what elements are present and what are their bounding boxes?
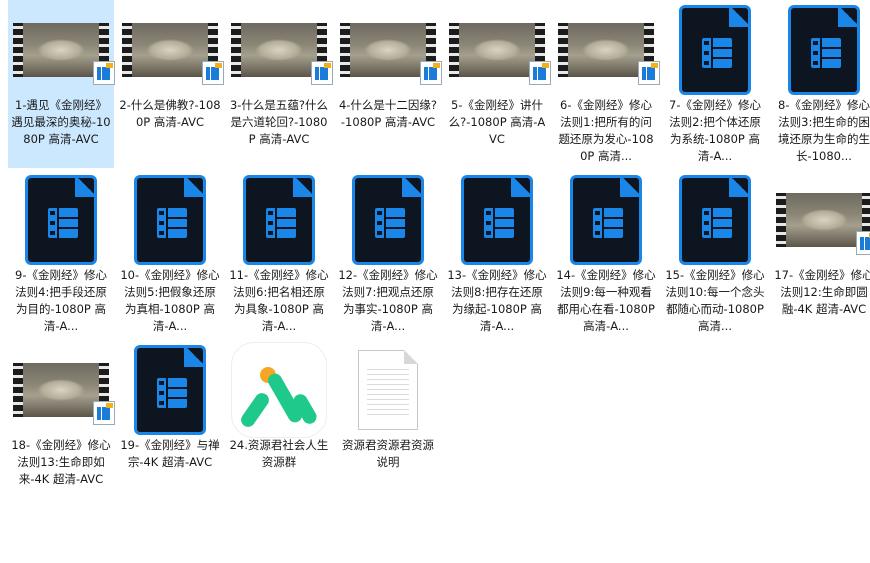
file-item[interactable]: 13-《金刚经》修心法则8:把存在还原为缘起-1080P 高清-A...: [444, 170, 550, 338]
file-item[interactable]: 18-《金刚经》修心法则13:生命即如来-4K 超清-AVC: [8, 340, 115, 508]
file-item[interactable]: 14-《金刚经》修心法则9:每一种观看都用心在看-1080P 高清-A...: [553, 170, 659, 338]
file-thumbnail: [8, 344, 115, 436]
video-thumbnail-icon: [13, 363, 115, 425]
file-name-label: 18-《金刚经》修心法则13:生命即如来-4K 超清-AVC: [11, 438, 111, 486]
file-name-label: 9-《金刚经》修心法则4:把手段还原为目的-1080P 高清-A...: [15, 268, 107, 333]
video-badge-icon: [311, 61, 333, 85]
video-badge-icon: [856, 231, 870, 255]
file-item[interactable]: 19-《金刚经》与禅宗-4K 超清-AVC: [117, 340, 223, 508]
file-thumbnail: [226, 4, 333, 96]
file-item[interactable]: 24.资源君社会人生资源群: [226, 340, 332, 508]
video-thumbnail-icon: [776, 193, 870, 255]
video-file-icon: [788, 5, 860, 95]
file-item[interactable]: 2-什么是佛教?-1080P 高清-AVC: [117, 0, 224, 168]
video-file-icon: [25, 175, 97, 265]
file-item[interactable]: 9-《金刚经》修心法则4:把手段还原为目的-1080P 高清-A...: [8, 170, 114, 338]
video-badge-icon: [420, 61, 442, 85]
video-file-icon: [243, 175, 315, 265]
file-item[interactable]: 5-《金刚经》讲什么?-1080P 高清-AVC: [444, 0, 551, 168]
file-item[interactable]: 3-什么是五蕴?什么是六道轮回?-1080P 高清-AVC: [226, 0, 333, 168]
app-logo-icon: [232, 343, 326, 437]
file-name-label: 1-遇见《金刚经》遇见最深的奥秘-1080P 高清-AVC: [11, 98, 111, 146]
file-item[interactable]: 7-《金刚经》修心法则2:把个体还原为系统-1080P 高清-A...: [662, 0, 768, 168]
file-thumbnail: [117, 174, 223, 266]
video-file-icon: [134, 175, 206, 265]
file-name-label: 6-《金刚经》修心法则1:把所有的问题还原为发心-1080P 高清...: [558, 98, 654, 163]
file-item[interactable]: 8-《金刚经》修心法则3:把生命的困境还原为生命的生长-1080...: [771, 0, 870, 168]
file-name-label: 2-什么是佛教?-1080P 高清-AVC: [119, 98, 221, 129]
file-name-label: 资源君资源君资源说明: [342, 438, 434, 469]
video-file-icon: [570, 175, 642, 265]
file-thumbnail: [335, 344, 441, 436]
video-file-icon: [352, 175, 424, 265]
file-thumbnail: [8, 174, 114, 266]
video-badge-icon: [638, 61, 660, 85]
video-thumbnail-icon: [231, 23, 333, 85]
file-thumbnail: [226, 343, 332, 437]
file-name-label: 17-《金刚经》修心法则12:生命即圆融-4K 超清-AVC: [774, 268, 870, 316]
file-name-label: 11-《金刚经》修心法则6:把名相还原为具象-1080P 高清-A...: [229, 268, 329, 333]
file-item[interactable]: 10-《金刚经》修心法则5:把假象还原为真相-1080P 高清-A...: [117, 170, 223, 338]
video-file-icon: [679, 5, 751, 95]
file-thumbnail: [553, 4, 660, 96]
video-badge-icon: [202, 61, 224, 85]
file-item[interactable]: 11-《金刚经》修心法则6:把名相还原为具象-1080P 高清-A...: [226, 170, 332, 338]
file-name-label: 8-《金刚经》修心法则3:把生命的困境还原为生命的生长-1080...: [778, 98, 870, 163]
file-name-label: 13-《金刚经》修心法则8:把存在还原为缘起-1080P 高清-A...: [447, 268, 547, 333]
file-name-label: 4-什么是十二因缘?-1080P 高清-AVC: [338, 98, 438, 129]
video-file-icon: [679, 175, 751, 265]
file-name-label: 7-《金刚经》修心法则2:把个体还原为系统-1080P 高清-A...: [669, 98, 761, 163]
file-thumbnail: [335, 174, 441, 266]
file-item[interactable]: 15-《金刚经》修心法则10:每一个念头都随心而动-1080P 高清...: [662, 170, 768, 338]
file-name-label: 12-《金刚经》修心法则7:把观点还原为事实-1080P 高清-A...: [338, 268, 438, 333]
text-document-icon: [358, 350, 418, 430]
file-item[interactable]: 资源君资源君资源说明: [335, 340, 441, 508]
video-badge-icon: [93, 61, 115, 85]
file-thumbnail: [335, 4, 442, 96]
file-thumbnail: [553, 174, 659, 266]
video-file-icon: [134, 345, 206, 435]
video-thumbnail-icon: [122, 23, 224, 85]
file-name-label: 3-什么是五蕴?什么是六道轮回?-1080P 高清-AVC: [229, 98, 329, 146]
video-badge-icon: [529, 61, 551, 85]
file-item[interactable]: 4-什么是十二因缘?-1080P 高清-AVC: [335, 0, 442, 168]
file-thumbnail: [771, 4, 870, 96]
file-thumbnail: [662, 4, 768, 96]
file-item[interactable]: 1-遇见《金刚经》遇见最深的奥秘-1080P 高清-AVC: [8, 0, 115, 168]
video-file-icon: [461, 175, 533, 265]
video-thumbnail-icon: [558, 23, 660, 85]
file-name-label: 19-《金刚经》与禅宗-4K 超清-AVC: [120, 438, 220, 469]
file-name-label: 24.资源君社会人生资源群: [229, 438, 329, 469]
file-item[interactable]: 12-《金刚经》修心法则7:把观点还原为事实-1080P 高清-A...: [335, 170, 441, 338]
file-thumbnail: [771, 174, 870, 266]
file-name-label: 14-《金刚经》修心法则9:每一种观看都用心在看-1080P 高清-A...: [556, 268, 656, 333]
video-thumbnail-icon: [13, 23, 115, 85]
file-thumbnail: [226, 174, 332, 266]
file-thumbnail: [117, 4, 224, 96]
video-badge-icon: [93, 401, 115, 425]
file-name-label: 5-《金刚经》讲什么?-1080P 高清-AVC: [448, 98, 546, 146]
video-thumbnail-icon: [340, 23, 442, 85]
file-thumbnail: [117, 344, 223, 436]
file-item[interactable]: 6-《金刚经》修心法则1:把所有的问题还原为发心-1080P 高清...: [553, 0, 660, 168]
file-thumbnail: [662, 174, 768, 266]
video-thumbnail-icon: [449, 23, 551, 85]
file-name-label: 15-《金刚经》修心法则10:每一个念头都随心而动-1080P 高清...: [665, 268, 765, 333]
file-thumbnail: [8, 4, 115, 96]
file-item[interactable]: 17-《金刚经》修心法则12:生命即圆融-4K 超清-AVC: [771, 170, 870, 338]
file-name-label: 10-《金刚经》修心法则5:把假象还原为真相-1080P 高清-A...: [120, 268, 220, 333]
file-thumbnail: [444, 174, 550, 266]
file-thumbnail: [444, 4, 551, 96]
